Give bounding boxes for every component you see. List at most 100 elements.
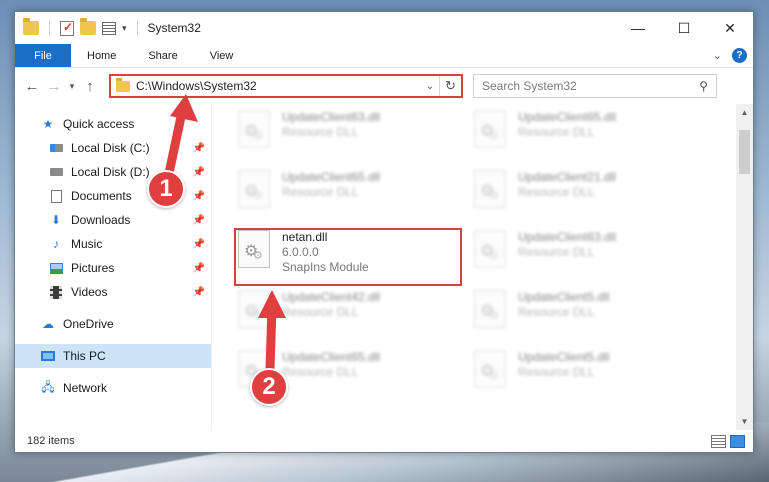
pin-icon[interactable]: 📌 <box>193 215 205 226</box>
file-tile[interactable]: UpdateClient21.dllResource DLL <box>474 170 694 216</box>
pin-icon[interactable]: 📌 <box>193 167 205 178</box>
navigation-pane: ★ Quick access Local Disk (C:) 📌 Local D… <box>15 104 211 430</box>
large-icons-view-icon[interactable] <box>730 434 745 448</box>
forward-button[interactable]: → <box>43 78 65 95</box>
tab-home[interactable]: Home <box>71 44 132 67</box>
dll-file-icon <box>474 170 506 208</box>
sidebar-item-local-disk-c[interactable]: Local Disk (C:) 📌 <box>15 136 211 160</box>
file-name: UpdateClient42.dll <box>282 290 381 304</box>
cloud-icon: ☁ <box>42 317 54 331</box>
sidebar-item-music[interactable]: ♪ Music 📌 <box>15 232 211 256</box>
file-tile[interactable]: UpdateClient5.dllResource DLL <box>474 290 694 336</box>
sidebar-item-label: Local Disk (D:) <box>71 165 150 179</box>
step-badge-2: 2 <box>250 368 288 406</box>
dll-file-icon <box>474 290 506 328</box>
file-type: Resource DLL <box>282 125 359 139</box>
sidebar-item-this-pc[interactable]: This PC <box>15 344 211 368</box>
sidebar-item-videos[interactable]: Videos 📌 <box>15 280 211 304</box>
sidebar-item-label: Network <box>63 381 108 395</box>
folder-icon[interactable] <box>23 18 39 35</box>
computer-icon <box>41 349 55 363</box>
ribbon-tabs: File Home Share View ⌄ ? <box>15 44 753 68</box>
pin-icon[interactable]: 📌 <box>193 191 205 202</box>
tab-share[interactable]: Share <box>132 44 193 67</box>
status-bar: 182 items <box>15 430 753 452</box>
scrollbar-thumb[interactable] <box>739 130 750 174</box>
sidebar-item-pictures[interactable]: Pictures 📌 <box>15 256 211 280</box>
quick-access-toolbar: ▾ <box>15 18 142 36</box>
file-tile[interactable]: UpdateClient65.dllResource DLL <box>474 110 694 156</box>
documents-icon <box>49 189 63 203</box>
file-tile[interactable]: UpdateClient63.dllResource DLL <box>238 110 458 156</box>
highlight-box <box>234 228 462 286</box>
address-bar[interactable]: C:\Windows\System32 ⌄ ↻ <box>109 74 463 98</box>
properties-icon[interactable] <box>102 21 116 35</box>
sidebar-item-label: Local Disk (C:) <box>71 141 150 155</box>
sidebar-item-label: Pictures <box>71 261 115 275</box>
pin-icon[interactable]: 📌 <box>193 287 205 298</box>
properties-check-icon[interactable] <box>60 20 74 36</box>
recent-locations-button[interactable]: ▾ <box>65 81 79 92</box>
local-disk-d-icon <box>49 165 63 179</box>
videos-icon <box>49 285 63 299</box>
sidebar-item-downloads[interactable]: ⬇ Downloads 📌 <box>15 208 211 232</box>
file-type: Resource DLL <box>282 305 359 319</box>
file-tile[interactable]: UpdateClient42.dllResource DLL <box>238 290 458 336</box>
customize-toolbar-dropdown-icon[interactable]: ▾ <box>122 23 127 34</box>
chevron-down-icon[interactable]: ⌄ <box>421 81 439 92</box>
toolbar-divider <box>136 20 138 36</box>
file-tile[interactable]: UpdateClient5.dllResource DLL <box>474 350 694 396</box>
file-name: UpdateClient63.dll <box>282 110 381 124</box>
tab-file[interactable]: File <box>15 44 71 67</box>
pin-icon[interactable]: 📌 <box>193 143 205 154</box>
back-button[interactable]: ← <box>21 78 43 95</box>
up-button[interactable]: ↑ <box>79 78 101 95</box>
sidebar-item-label: Videos <box>71 285 108 299</box>
address-path[interactable]: C:\Windows\System32 <box>136 79 421 93</box>
pictures-icon <box>49 261 63 275</box>
tab-view[interactable]: View <box>194 44 250 67</box>
help-icon[interactable]: ? <box>732 48 747 63</box>
dll-file-icon <box>238 110 270 148</box>
minimize-button[interactable]: — <box>615 12 661 44</box>
search-icon[interactable]: ⚲ <box>699 79 708 93</box>
sidebar-item-label: This PC <box>63 349 106 363</box>
expand-ribbon-icon[interactable]: ⌄ <box>713 49 722 62</box>
title-bar: ▾ System32 — ☐ ✕ <box>15 12 753 44</box>
dll-file-icon <box>474 350 506 388</box>
scroll-down-icon[interactable]: ▼ <box>736 417 753 426</box>
search-box[interactable]: ⚲ <box>473 74 717 98</box>
sidebar-item-quick-access[interactable]: ★ Quick access <box>15 112 211 136</box>
toolbar-divider <box>49 20 50 36</box>
close-button[interactable]: ✕ <box>707 12 753 44</box>
file-type: Resource DLL <box>518 245 595 259</box>
maximize-button[interactable]: ☐ <box>661 12 707 44</box>
pin-icon[interactable]: 📌 <box>193 263 205 274</box>
file-tile[interactable]: UpdateClient63.dllResource DLL <box>474 230 694 276</box>
scroll-up-icon[interactable]: ▲ <box>736 108 753 117</box>
file-type: Resource DLL <box>282 185 359 199</box>
sidebar-item-onedrive[interactable]: ☁ OneDrive <box>15 312 211 336</box>
search-input[interactable] <box>482 79 700 93</box>
navigation-bar: ← → ▾ ↑ C:\Windows\System32 ⌄ ↻ ⚲ <box>15 68 753 104</box>
dll-file-icon <box>474 110 506 148</box>
file-name: UpdateClient65.dll <box>282 350 381 364</box>
pin-icon[interactable]: 📌 <box>193 239 205 250</box>
file-tile[interactable]: UpdateClient65.dllResource DLL <box>238 170 458 216</box>
sidebar-item-network[interactable]: 🖧 Network <box>15 376 211 400</box>
view-switcher <box>711 434 753 448</box>
file-explorer-window: ▾ System32 — ☐ ✕ File Home Share View ⌄ … <box>14 11 754 453</box>
vertical-scrollbar[interactable]: ▲ ▼ <box>736 104 753 430</box>
network-icon: 🖧 <box>41 379 55 394</box>
details-view-icon[interactable] <box>711 434 726 448</box>
ribbon-right: ⌄ ? <box>713 44 753 67</box>
step-badge-1: 1 <box>147 170 185 208</box>
window-controls: — ☐ ✕ <box>615 12 753 44</box>
refresh-icon[interactable]: ↻ <box>439 76 461 96</box>
new-folder-icon[interactable] <box>80 18 96 35</box>
file-name: UpdateClient63.dll <box>518 230 617 244</box>
file-type: Resource DLL <box>518 185 595 199</box>
